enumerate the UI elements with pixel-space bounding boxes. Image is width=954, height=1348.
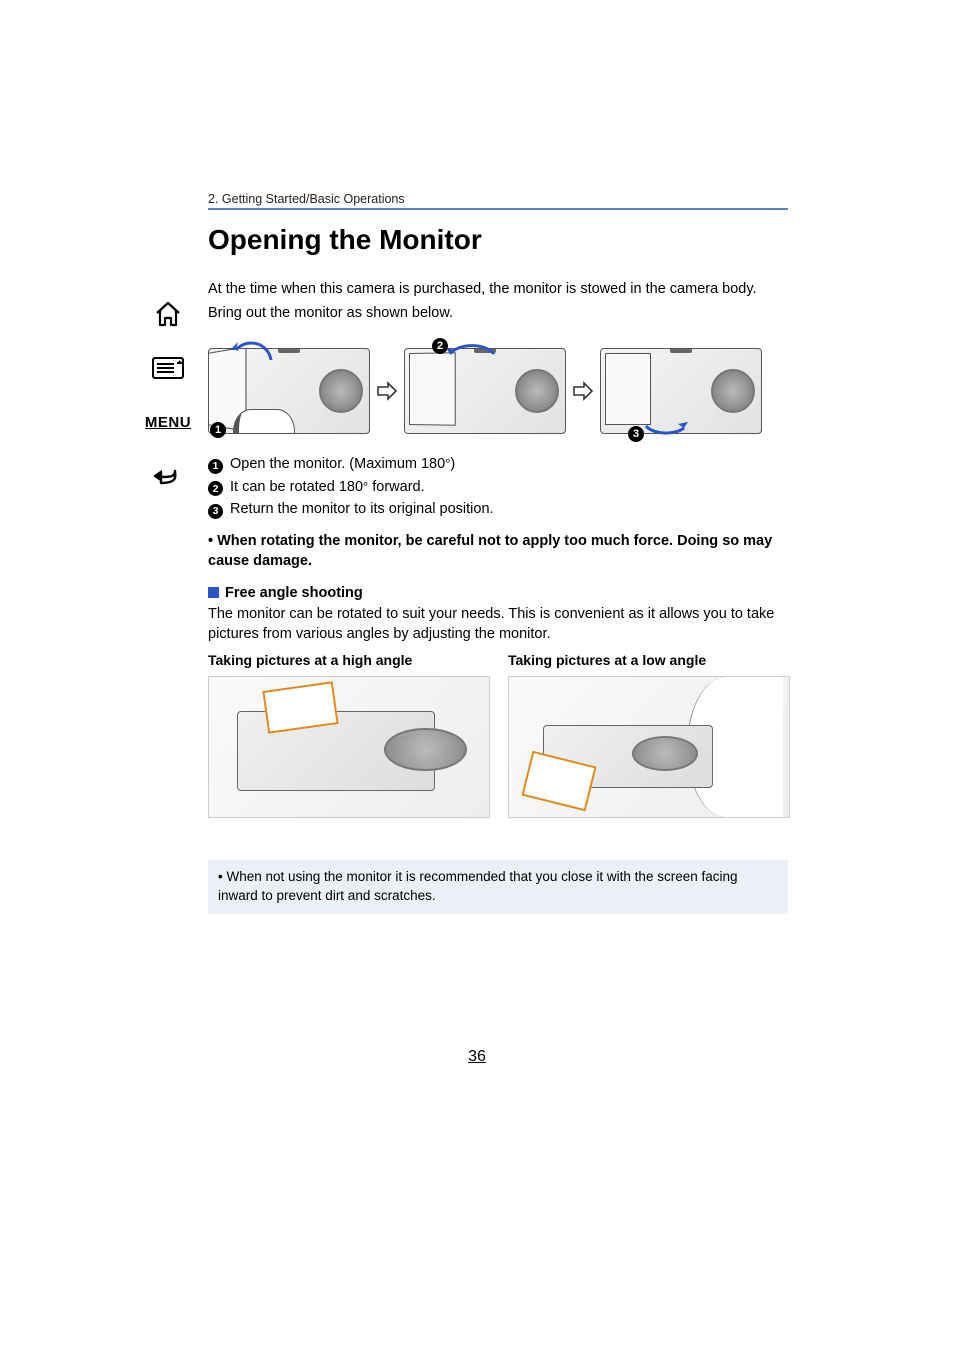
camera-illustration-2 (404, 348, 566, 434)
toc-icon (151, 355, 185, 381)
closing-note: When not using the monitor it is recomme… (208, 860, 788, 914)
step-badge-1: 1 (210, 422, 226, 438)
low-angle-column: Taking pictures at a low angle (508, 652, 788, 818)
next-arrow-icon (572, 380, 594, 402)
nav-home-button[interactable] (147, 296, 189, 332)
step-2-text-b: forward. (368, 479, 424, 495)
rotate-arrow-icon (640, 422, 690, 446)
subhead-text: Free angle shooting (225, 585, 363, 601)
step-number-icon: 3 (208, 504, 223, 519)
step-3: 3 Return the monitor to its original pos… (208, 498, 788, 520)
step-list: 1 Open the monitor. (Maximum 180°) 2 It … (208, 453, 788, 520)
page-content: 2. Getting Started/Basic Operations Open… (208, 192, 788, 914)
intro-line-1: At the time when this camera is purchase… (208, 280, 788, 300)
step-2: 2 It can be rotated 180° forward. (208, 476, 788, 498)
step-number-icon: 2 (208, 481, 223, 496)
nav-toc-button[interactable] (147, 350, 189, 386)
bullet-square-icon (208, 587, 219, 598)
step-1-text-a: Open the monitor. (Maximum 180 (230, 456, 445, 472)
breadcrumb: 2. Getting Started/Basic Operations (208, 192, 788, 206)
back-icon (153, 463, 183, 489)
rotate-arrow-icon (444, 334, 500, 360)
step-1-text-b: ) (450, 456, 455, 472)
low-angle-illustration (508, 676, 790, 818)
high-angle-column: Taking pictures at a high angle (208, 652, 488, 818)
caution-text: When rotating the monitor, be careful no… (208, 531, 788, 572)
high-angle-illustration (208, 676, 490, 818)
intro-line-2: Bring out the monitor as shown below. (208, 304, 788, 324)
sidebar-nav: MENU (145, 296, 191, 494)
subsection-body: The monitor can be rotated to suit your … (208, 605, 788, 644)
subsection-heading: Free angle shooting (208, 585, 788, 601)
rotate-arrow-icon (226, 338, 276, 368)
page-title: Opening the Monitor (208, 224, 788, 256)
nav-menu-button[interactable]: MENU (147, 404, 189, 440)
step-number-icon: 1 (208, 459, 223, 474)
nav-back-button[interactable] (147, 458, 189, 494)
high-angle-title: Taking pictures at a high angle (208, 652, 488, 668)
menu-label: MENU (145, 414, 191, 431)
section-rule (208, 208, 788, 210)
step-2-text-a: It can be rotated 180 (230, 479, 363, 495)
low-angle-title: Taking pictures at a low angle (508, 652, 788, 668)
angle-examples: Taking pictures at a high angle Taking p… (208, 652, 788, 818)
step-3-text: Return the monitor to its original posit… (230, 498, 494, 520)
page-number: 36 (0, 1048, 954, 1066)
home-icon (153, 300, 183, 328)
next-arrow-icon (376, 380, 398, 402)
step-1: 1 Open the monitor. (Maximum 180°) (208, 453, 788, 475)
open-monitor-diagram: 1 2 (208, 341, 788, 441)
